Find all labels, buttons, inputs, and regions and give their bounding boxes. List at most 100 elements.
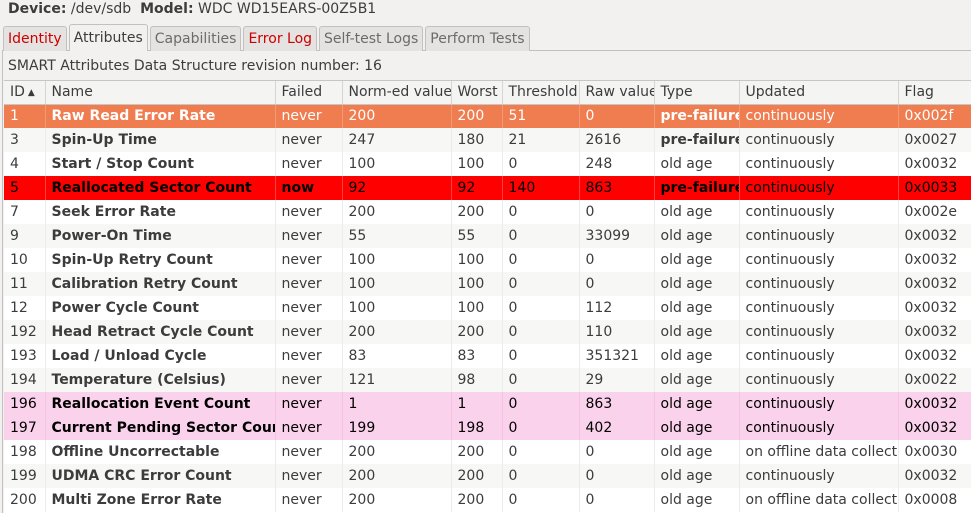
- cell-raw-value: 112: [579, 296, 655, 320]
- attributes-table: ID ▲ Name Failed Norm-ed value Worst Thre…: [4, 80, 971, 513]
- cell-worst: 55: [451, 224, 503, 248]
- cell-updated: continuously: [739, 224, 899, 248]
- cell-name: Power-On Time: [45, 224, 276, 248]
- column-header-id[interactable]: ID ▲: [4, 81, 46, 105]
- table-row[interactable]: 9 Power-On Time never 55 55 0 33099 old age cont…: [4, 224, 971, 248]
- table-row[interactable]: 11 Calibration Retry Count never 100 100 0 0 ol…: [4, 272, 971, 296]
- column-header-type[interactable]: Type: [654, 81, 740, 105]
- cell-raw-value: 0: [579, 464, 655, 488]
- table-row[interactable]: 193 Load / Unload Cycle never 83 83 0 351321 ol…: [4, 344, 971, 368]
- tab-capabilities[interactable]: Capabilities: [149, 26, 242, 51]
- table-row[interactable]: 198 Offline Uncorrectable never 200 200 0 0 old…: [4, 440, 971, 464]
- cell-flag: 0x0032: [898, 248, 971, 272]
- cell-failed: never: [275, 392, 343, 416]
- cell-id: 197: [4, 416, 46, 440]
- table-row[interactable]: 4 Start / Stop Count never 100 100 0 248 old ag…: [4, 152, 971, 176]
- cell-worst: 200: [451, 464, 503, 488]
- cell-threshold: 140: [502, 176, 580, 200]
- cell-normed-value: 100: [342, 272, 452, 296]
- table-row[interactable]: 12 Power Cycle Count never 100 100 0 112 old ag…: [4, 296, 971, 320]
- table-row[interactable]: 197 Current Pending Sector Count never 199 1…: [4, 416, 971, 440]
- cell-id: 10: [4, 248, 46, 272]
- column-header-flag[interactable]: Flag: [898, 81, 971, 105]
- cell-flag: 0x0027: [898, 128, 971, 152]
- cell-normed-value: 200: [342, 440, 452, 464]
- column-header-threshold[interactable]: Threshold: [502, 81, 580, 105]
- column-header-name[interactable]: Name: [45, 81, 276, 105]
- cell-updated: continuously: [739, 416, 899, 440]
- table-row[interactable]: 200 Multi Zone Error Rate never 200 200 0 0 old…: [4, 488, 971, 512]
- cell-id: 9: [4, 224, 46, 248]
- tab-attributes[interactable]: Attributes: [68, 24, 148, 51]
- cell-failed: never: [275, 152, 343, 176]
- cell-type: pre-failure: [654, 104, 740, 128]
- cell-updated: continuously: [739, 464, 899, 488]
- cell-type: old age: [654, 416, 740, 440]
- cell-threshold: 0: [502, 488, 580, 512]
- cell-threshold: 0: [502, 320, 580, 344]
- cell-worst: 200: [451, 104, 503, 128]
- cell-normed-value: 200: [342, 104, 452, 128]
- cell-failed: never: [275, 320, 343, 344]
- table-row[interactable]: 10 Spin-Up Retry Count never 100 100 0 0 old ag…: [4, 248, 971, 272]
- cell-raw-value: 863: [579, 176, 655, 200]
- cell-threshold: 0: [502, 368, 580, 392]
- column-header-failed[interactable]: Failed: [275, 81, 343, 105]
- cell-name: Seek Error Rate: [45, 200, 276, 224]
- table-row[interactable]: 3 Spin-Up Time never 247 180 21 2616 pre-failur…: [4, 128, 971, 152]
- cell-normed-value: 121: [342, 368, 452, 392]
- cell-id: 199: [4, 464, 46, 488]
- cell-worst: 200: [451, 320, 503, 344]
- cell-threshold: 0: [502, 152, 580, 176]
- cell-failed: never: [275, 200, 343, 224]
- cell-worst: 100: [451, 272, 503, 296]
- tab-identity[interactable]: Identity: [3, 26, 67, 51]
- table-row[interactable]: 192 Head Retract Cycle Count never 200 200 0 1…: [4, 320, 971, 344]
- column-header-normed-value[interactable]: Norm-ed value: [342, 81, 452, 105]
- table-row[interactable]: 194 Temperature (Celsius) never 121 98 0 29 old…: [4, 368, 971, 392]
- cell-updated: continuously: [739, 296, 899, 320]
- cell-threshold: 0: [502, 272, 580, 296]
- cell-id: 12: [4, 296, 46, 320]
- column-header-updated[interactable]: Updated: [739, 81, 899, 105]
- cell-threshold: 0: [502, 392, 580, 416]
- tab-perform-tests[interactable]: Perform Tests: [425, 26, 530, 51]
- cell-raw-value: 0: [579, 248, 655, 272]
- cell-flag: 0x0032: [898, 224, 971, 248]
- cell-name: Spin-Up Time: [45, 128, 276, 152]
- cell-name: Load / Unload Cycle: [45, 344, 276, 368]
- cell-id: 3: [4, 128, 46, 152]
- column-header-worst[interactable]: Worst: [451, 81, 503, 105]
- table-row[interactable]: 7 Seek Error Rate never 200 200 0 0 old age cont…: [4, 200, 971, 224]
- cell-flag: 0x0032: [898, 272, 971, 296]
- table-row[interactable]: 5 Reallocated Sector Count now 92 92 140 863 pr…: [4, 176, 971, 200]
- column-header-raw-value[interactable]: Raw value: [579, 81, 655, 105]
- cell-type: old age: [654, 248, 740, 272]
- cell-worst: 180: [451, 128, 503, 152]
- cell-type: pre-failure: [654, 176, 740, 200]
- cell-flag: 0x0030: [898, 440, 971, 464]
- cell-name: Multi Zone Error Rate: [45, 488, 276, 512]
- cell-id: 198: [4, 440, 46, 464]
- cell-raw-value: 0: [579, 272, 655, 296]
- table-row[interactable]: 196 Reallocation Event Count never 1 1 0 863 ol…: [4, 392, 971, 416]
- cell-updated: continuously: [739, 368, 899, 392]
- cell-worst: 200: [451, 488, 503, 512]
- tab-error-log[interactable]: Error Log: [243, 26, 318, 51]
- cell-failed: never: [275, 272, 343, 296]
- cell-worst: 198: [451, 416, 503, 440]
- cell-raw-value: 0: [579, 488, 655, 512]
- model-value: WDC WD15EARS-00Z5B1: [198, 1, 377, 17]
- table-body: 1 Raw Read Error Rate never 200 200 51 0 pre-fa…: [4, 104, 971, 512]
- cell-raw-value: 0: [579, 200, 655, 224]
- cell-updated: continuously: [739, 272, 899, 296]
- cell-threshold: 51: [502, 104, 580, 128]
- tab-self-test-logs[interactable]: Self-test Logs: [319, 26, 424, 51]
- revision-label: SMART Attributes Data Structure revision…: [8, 58, 382, 74]
- cell-updated: continuously: [739, 344, 899, 368]
- table-row[interactable]: 1 Raw Read Error Rate never 200 200 51 0 pre-fa…: [4, 104, 971, 128]
- cell-flag: 0x0022: [898, 368, 971, 392]
- cell-normed-value: 247: [342, 128, 452, 152]
- cell-flag: 0x0032: [898, 464, 971, 488]
- table-row[interactable]: 199 UDMA CRC Error Count never 200 200 0 0 old …: [4, 464, 971, 488]
